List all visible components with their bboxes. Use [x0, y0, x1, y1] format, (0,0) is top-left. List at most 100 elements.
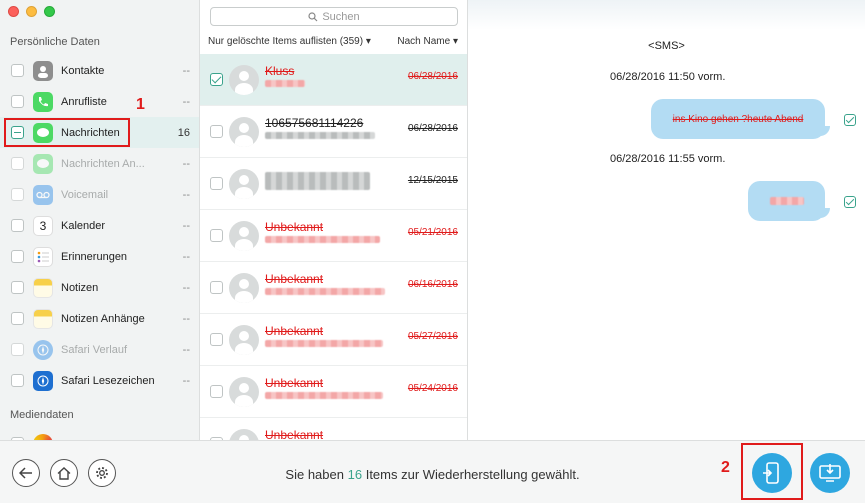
message-date: 06/28/2016 [407, 123, 458, 134]
checkbox[interactable] [844, 196, 856, 208]
list-item[interactable]: 12/15/2015 [200, 158, 467, 210]
avatar [229, 325, 259, 355]
section-title-personal: Persönliche Daten [10, 36, 100, 48]
contact-name: 106575681114226 [265, 116, 364, 130]
bubble-tail [820, 208, 830, 218]
sort-dropdown[interactable]: Nach Name ▾ [397, 36, 458, 47]
sidebar-item-messages-attachments[interactable]: Nachrichten An... -- [0, 148, 199, 179]
sidebar-item-contacts[interactable]: Kontakte -- [0, 55, 199, 86]
checkbox[interactable] [11, 343, 24, 356]
message-date: 05/21/2016 [407, 227, 458, 238]
checkbox[interactable] [210, 229, 223, 242]
close-window-button[interactable] [8, 6, 19, 17]
checkbox[interactable] [210, 333, 223, 346]
item-count: -- [182, 374, 190, 387]
zoom-window-button[interactable] [44, 6, 55, 17]
sidebar-item-notes[interactable]: Notizen -- [0, 272, 199, 303]
list-header: Nur gelöschte Items auflisten (359) ▾ Na… [200, 36, 467, 52]
checkbox[interactable] [11, 95, 24, 108]
sidebar-item-label: Anrufliste [61, 95, 107, 108]
contact-name: Kluss [265, 64, 295, 78]
sidebar-item-call-log[interactable]: Anrufliste -- [0, 86, 199, 117]
list-item[interactable]: Unbekannt 06/16/2016 [200, 262, 467, 314]
filter-label: Nur gelöschte Items auflisten (359) [208, 36, 364, 47]
status-suffix: Items zur Wiederherstellung gewählt. [365, 467, 580, 482]
sidebar-item-safari-history[interactable]: Safari Verlauf -- [0, 334, 199, 365]
sidebar-item-safari-bookmarks[interactable]: Safari Lesezeichen -- [0, 365, 199, 396]
search-placeholder: Suchen [322, 10, 360, 23]
voicemail-icon [33, 184, 53, 205]
checkbox[interactable] [210, 281, 223, 294]
checkbox[interactable] [11, 312, 24, 325]
checkbox[interactable] [210, 177, 223, 190]
checkbox[interactable] [11, 374, 24, 387]
checkbox[interactable] [11, 64, 24, 77]
sidebar-item-notes-attachments[interactable]: Notizen Anhänge -- [0, 303, 199, 334]
checkbox[interactable] [11, 281, 24, 294]
message-date: 12/15/2015 [407, 175, 458, 186]
timestamp: 06/28/2016 11:55 vorm. [610, 153, 726, 165]
checkbox[interactable] [11, 219, 24, 232]
avatar [229, 65, 259, 95]
list-item[interactable]: Unbekannt [200, 418, 467, 440]
filter-dropdown[interactable]: Nur gelöschte Items auflisten (359) ▾ [208, 36, 371, 47]
redacted-text [265, 288, 385, 295]
selected-count: 16 [347, 467, 363, 482]
list-item[interactable]: 106575681114226 06/28/2016 [200, 106, 467, 158]
checkbox[interactable] [11, 157, 24, 170]
item-count: -- [182, 64, 190, 77]
selection-status: Sie haben 16 Items zur Wiederherstellung… [0, 467, 865, 482]
sort-label: Nach Name [397, 36, 451, 47]
item-count: 16 [177, 126, 190, 139]
calendar-icon: 3 [33, 215, 53, 236]
message-bubble: ins Kino gehen ?heute Abend [651, 99, 830, 139]
redacted-text [265, 236, 380, 243]
detail-header-background [468, 0, 865, 30]
avatar [229, 169, 259, 199]
checkbox[interactable] [11, 188, 24, 201]
item-count: -- [182, 343, 190, 356]
item-count: -- [182, 281, 190, 294]
sidebar-item-calendar[interactable]: 3 Kalender -- [0, 210, 199, 241]
annotation-box-2 [741, 443, 803, 500]
avatar [229, 377, 259, 407]
recover-to-computer-button[interactable] [810, 453, 850, 493]
sidebar-item-label: Notizen Anhänge [61, 312, 145, 325]
search-input[interactable]: Suchen [210, 7, 458, 26]
annotation-number-1: 1 [136, 96, 145, 113]
list-item[interactable]: Unbekannt 05/27/2016 [200, 314, 467, 366]
sidebar-item-voicemail[interactable]: Voicemail -- [0, 179, 199, 210]
sidebar-item-reminders[interactable]: Erinnerungen -- [0, 241, 199, 272]
chevron-down-icon: ▾ [452, 36, 458, 47]
redacted-text [265, 172, 370, 190]
avatar [229, 273, 259, 303]
sidebar-item-photos[interactable] [0, 428, 199, 440]
message-detail: <SMS> 06/28/2016 11:50 vorm. ins Kino ge… [468, 0, 865, 440]
sidebar-item-label: Kontakte [61, 64, 105, 77]
avatar [229, 221, 259, 251]
contact-name: Unbekannt [265, 220, 324, 234]
contact-name: Unbekannt [265, 428, 324, 440]
checkbox[interactable] [210, 125, 223, 138]
checkbox[interactable] [210, 73, 223, 86]
redacted-text [265, 80, 305, 87]
checkbox[interactable] [844, 114, 856, 126]
checkbox[interactable] [210, 385, 223, 398]
minimize-window-button[interactable] [26, 6, 37, 17]
list-item[interactable]: Kluss 06/28/2016 [200, 54, 467, 106]
list-item[interactable]: Unbekannt 05/21/2016 [200, 210, 467, 262]
window-controls [8, 6, 55, 17]
item-count: -- [182, 312, 190, 325]
bottom-bar: Sie haben 16 Items zur Wiederherstellung… [0, 440, 865, 503]
message-list: Suchen Nur gelöschte Items auflisten (35… [200, 0, 468, 440]
section-title-media: Mediendaten [10, 409, 74, 421]
avatar [229, 117, 259, 147]
checkbox[interactable] [11, 250, 24, 263]
redacted-text [769, 197, 804, 205]
recover-to-computer-icon [819, 464, 841, 482]
contact-name: Unbekannt [265, 324, 324, 338]
contact-name: Unbekannt [265, 376, 324, 390]
list-item[interactable]: Unbekannt 05/24/2016 [200, 366, 467, 418]
item-count: -- [182, 188, 190, 201]
search-icon [308, 11, 318, 21]
